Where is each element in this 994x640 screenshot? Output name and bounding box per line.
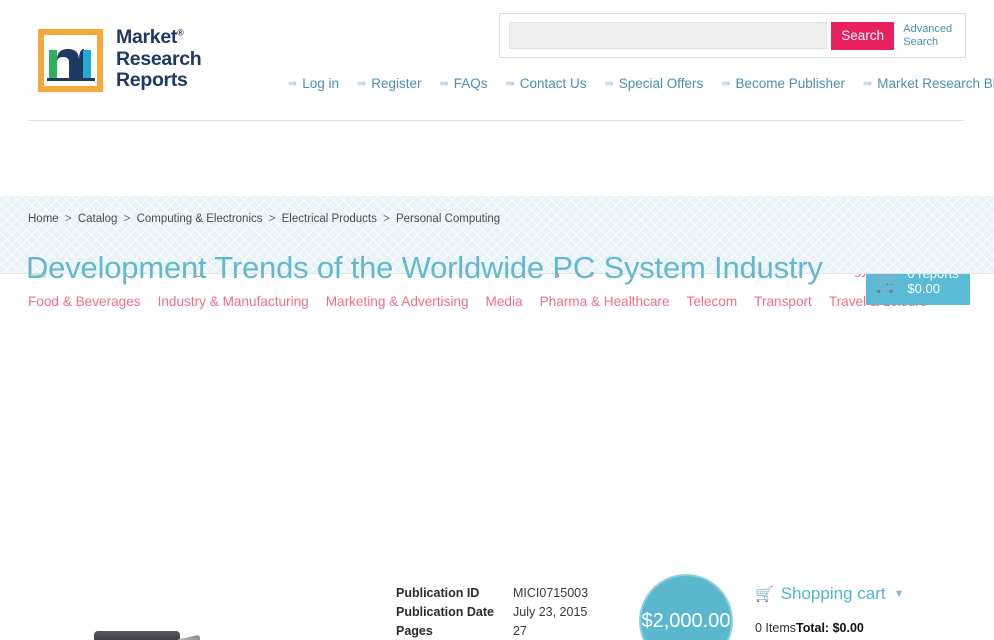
- breadcrumb-item-home[interactable]: Home: [28, 213, 59, 225]
- search-input[interactable]: [509, 22, 827, 49]
- product-image: [78, 629, 368, 640]
- nav-item-transport[interactable]: Transport: [754, 294, 812, 309]
- meta-label-publication-date: Publication Date: [396, 605, 494, 619]
- breadcrumb-separator: >: [383, 213, 390, 225]
- top-nav-label: Register: [371, 76, 422, 91]
- nav-cart-total: $0.00: [907, 280, 940, 296]
- logo-m-glyph: [46, 49, 95, 82]
- top-nav-label: Become Publisher: [735, 76, 846, 91]
- top-nav-item-become-publisher[interactable]: ⇛ Become Publisher: [721, 76, 845, 91]
- price-badge: $2,000.00: [639, 574, 733, 640]
- site-header: Market® Research Reports Search Advanced…: [0, 0, 994, 121]
- arrow-icon: ⇛: [604, 78, 614, 90]
- category-nav-row-2: Food & Beverages Industry & Manufacturin…: [28, 294, 944, 309]
- logo-line-2: Research: [116, 47, 202, 70]
- top-nav-item-special-offers[interactable]: ⇛ Special Offers: [605, 76, 704, 91]
- cart-summary: 0 ItemsTotal: $0.00: [755, 621, 970, 635]
- logo-mark-icon: [38, 28, 103, 92]
- search-button[interactable]: Search: [831, 21, 895, 50]
- nav-item-marketing-advertising[interactable]: Marketing & Advertising: [326, 294, 469, 309]
- breadcrumb-item-computing-electronics[interactable]: Computing & Electronics: [137, 213, 263, 225]
- publication-metadata: Publication ID MICI0715003 Publication D…: [396, 586, 663, 640]
- right-sidebar: 🛒 Shopping cart ▼ 0 ItemsTotal: $0.00 No…: [755, 584, 970, 640]
- search-panel: Search Advanced Search: [499, 13, 966, 58]
- top-nav-label: Market Research Blog: [877, 76, 994, 91]
- breadcrumb-item-catalog[interactable]: Catalog: [78, 213, 118, 225]
- shopping-cart-header[interactable]: 🛒 Shopping cart ▼: [755, 584, 970, 604]
- top-nav-label: Special Offers: [618, 76, 704, 91]
- registered-mark: ®: [177, 27, 184, 38]
- breadcrumb-separator: >: [268, 213, 276, 225]
- top-nav-item-login[interactable]: ⇛ Log in: [288, 76, 339, 91]
- top-nav-item-contact-us[interactable]: ⇛ Contact Us: [506, 76, 587, 91]
- logo-line-1: Market®: [116, 26, 184, 48]
- breadcrumb: Home > Catalog > Computing & Electronics…: [28, 213, 500, 225]
- top-nav-item-faqs[interactable]: ⇛ FAQs: [440, 76, 488, 91]
- utility-nav: ⇛ Log in ⇛ Register ⇛ FAQs ⇛ Contact Us …: [288, 76, 994, 91]
- cart-item-count: 0 Items: [755, 621, 796, 635]
- logo-line-3: Reports: [116, 69, 188, 91]
- meta-value-publication-id: MICI0715003: [513, 586, 589, 600]
- category-nav: Automotive Banking & Finance Business & …: [0, 118, 994, 309]
- page-root: Market® Research Reports Search Advanced…: [0, 0, 994, 640]
- breadcrumb-item-electrical-products[interactable]: Electrical Products: [282, 213, 377, 225]
- site-logo[interactable]: Market® Research Reports: [38, 26, 202, 93]
- meta-row: Pages 27: [396, 624, 663, 638]
- top-nav-label: Contact Us: [519, 76, 587, 91]
- arrow-icon: ⇛: [863, 78, 873, 90]
- nav-item-industry-manufacturing[interactable]: Industry & Manufacturing: [158, 294, 309, 309]
- meta-row: Publication ID MICI0715003: [396, 586, 663, 600]
- nav-item-telecom[interactable]: Telecom: [687, 294, 738, 309]
- top-nav-label: Log in: [302, 76, 340, 91]
- breadcrumb-item-personal-computing[interactable]: Personal Computing: [396, 213, 500, 225]
- nav-item-food-beverages[interactable]: Food & Beverages: [28, 294, 141, 309]
- breadcrumb-separator: >: [123, 213, 131, 225]
- top-nav-item-blog[interactable]: ⇛ Market Research Blog: [863, 76, 994, 91]
- logo-wordmark: Market® Research Reports: [116, 26, 202, 93]
- cart-icon: 🛒: [755, 586, 774, 603]
- cart-total: Total: $0.00: [796, 621, 864, 635]
- arrow-icon: ⇛: [288, 78, 298, 90]
- tower-top: [94, 631, 180, 640]
- page-title: Development Trends of the Worldwide PC S…: [26, 249, 823, 285]
- tower-side-panel: [178, 634, 200, 640]
- nav-item-pharma-healthcare[interactable]: Pharma & Healthcare: [540, 294, 670, 309]
- meta-label-pages: Pages: [396, 624, 433, 638]
- top-nav-label: FAQs: [453, 76, 488, 91]
- chevron-down-icon[interactable]: ▼: [894, 588, 905, 600]
- advanced-search-link[interactable]: Advanced Search: [903, 23, 958, 48]
- arrow-icon: ⇛: [721, 78, 731, 90]
- arrow-icon: ⇛: [439, 78, 449, 90]
- meta-label-publication-id: Publication ID: [396, 586, 480, 600]
- breadcrumb-separator: >: [64, 213, 72, 225]
- top-nav-item-register[interactable]: ⇛ Register: [357, 76, 422, 91]
- arrow-icon: ⇛: [357, 78, 367, 90]
- shopping-cart-title: Shopping cart: [780, 584, 886, 603]
- arrow-icon: ⇛: [505, 78, 515, 90]
- meta-row: Publication Date July 23, 2015: [396, 605, 663, 619]
- nav-item-media[interactable]: Media: [486, 294, 523, 309]
